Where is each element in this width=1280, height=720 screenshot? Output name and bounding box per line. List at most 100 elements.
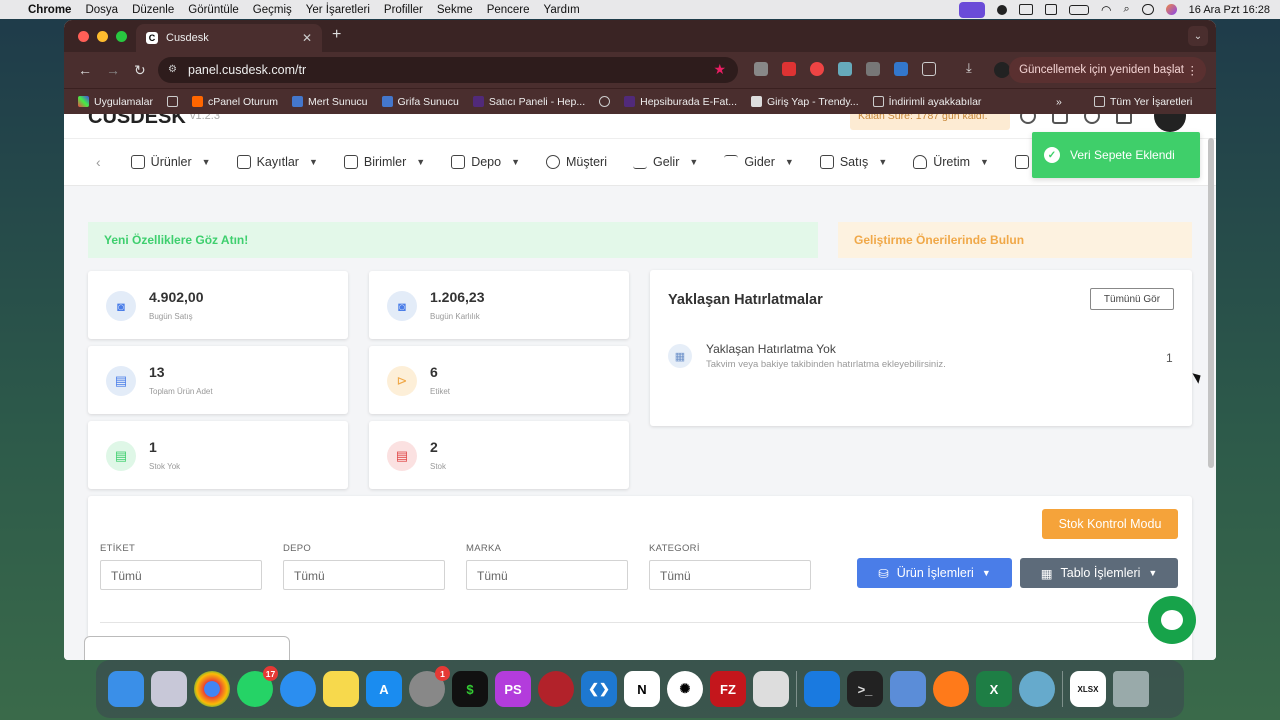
database-icon[interactable] (1084, 114, 1100, 124)
bookmarks-overflow-icon[interactable]: » (1056, 96, 1062, 108)
menubar-datetime[interactable]: 16 Ara Pzt 16:28 (1189, 4, 1270, 16)
nav-income[interactable]: Gelir ▼ (632, 155, 698, 169)
search-icon[interactable]: ⌕ (1123, 3, 1129, 16)
excel-icon[interactable]: X (976, 671, 1012, 707)
success-toast[interactable]: ✓ Veri Sepete Eklendi (1032, 132, 1200, 178)
bookmark-hepsiburada-efat[interactable]: Hepsiburada E-Fat... (624, 96, 737, 108)
see-all-button[interactable]: Tümünü Gör (1090, 288, 1174, 310)
menu-edit[interactable]: Düzenle (132, 4, 174, 16)
chatgpt-icon[interactable]: ✺ (667, 671, 703, 707)
product-search-input[interactable] (84, 636, 290, 660)
stat-card-today-profit[interactable]: ◙ 1.206,23 Bugün Karlılık (369, 271, 629, 339)
xcode-icon[interactable] (804, 671, 840, 707)
extensions-puzzle-icon[interactable] (922, 62, 936, 76)
menu-app-name[interactable]: Chrome (28, 4, 71, 16)
cusdesk-logo[interactable]: CUSDESK (88, 114, 186, 129)
bookmark-trendyol[interactable]: Giriş Yap - Trendy... (751, 96, 859, 108)
nav-units[interactable]: Birimler ▼ (343, 155, 425, 169)
bookmark-hepsiburada-seller[interactable]: Satıcı Paneli - Hep... (472, 96, 585, 108)
preview-icon[interactable] (1019, 671, 1055, 707)
tab-search-icon[interactable]: ⌄ (1188, 26, 1208, 46)
launchpad-icon[interactable] (151, 671, 187, 707)
nav-sales[interactable]: Satış ▼ (819, 155, 887, 169)
stat-card-total-products[interactable]: ▤ 13 Toplam Ürün Adet (88, 346, 348, 414)
profile-avatar[interactable] (994, 62, 1010, 78)
trash-icon[interactable] (1113, 671, 1149, 707)
notion-icon[interactable] (1045, 4, 1057, 15)
update-button[interactable]: Güncellemek için yeniden başlat ⋮ (1009, 57, 1206, 83)
nav-expense[interactable]: Gider ▼ (724, 155, 794, 169)
page-scrollbar[interactable] (1208, 138, 1214, 468)
control-center-icon[interactable] (1141, 4, 1154, 15)
bookmark-apps[interactable]: Uygulamalar (78, 96, 153, 108)
tag-select[interactable]: Tümü (100, 560, 262, 590)
filezilla-icon[interactable]: FZ (710, 671, 746, 707)
bookmark-globe[interactable] (599, 96, 611, 107)
avatar[interactable] (1154, 114, 1186, 132)
suggestions-banner[interactable]: Geliştirme Önerilerinde Bulun (838, 222, 1192, 258)
close-window-button[interactable] (78, 30, 89, 42)
site-info-icon[interactable]: ⚙ (168, 64, 180, 76)
screen-icon[interactable] (890, 671, 926, 707)
bookmark-item[interactable] (166, 96, 178, 107)
download-icon[interactable]: ⤓ (966, 60, 980, 75)
browser-tab[interactable]: C Cusdesk ✕ (136, 24, 322, 52)
stat-card-out-of-stock[interactable]: ▤ 1 Stok Yok (88, 421, 348, 489)
nav-scroll-left-icon[interactable]: ‹ (96, 154, 101, 170)
warehouse-select[interactable]: Tümü (283, 560, 445, 590)
notes-icon[interactable] (323, 671, 359, 707)
siri-icon[interactable] (1165, 4, 1177, 15)
nav-warehouse[interactable]: Depo ▼ (451, 155, 520, 169)
extension-icon[interactable] (866, 62, 880, 76)
bell-icon[interactable] (1116, 114, 1132, 124)
extension-icon[interactable] (754, 62, 768, 76)
extension-icon[interactable] (782, 62, 796, 76)
address-bar[interactable]: ⚙ panel.cusdesk.com/tr ★ (158, 57, 738, 83)
menu-history[interactable]: Geçmiş (253, 4, 292, 16)
reload-icon[interactable]: ↻ (134, 62, 148, 79)
bookmark-mert[interactable]: Mert Sunucu (291, 96, 368, 108)
nav-products[interactable]: Ürünler ▼ (130, 155, 211, 169)
stat-card-stock[interactable]: ▤ 2 Stok (369, 421, 629, 489)
minimize-window-button[interactable] (97, 30, 108, 42)
menu-view[interactable]: Görüntüle (188, 4, 239, 16)
refresh-icon[interactable] (1020, 114, 1036, 124)
store-icon[interactable] (1052, 114, 1068, 124)
bookmark-folder[interactable]: İndirimli ayakkabılar (872, 96, 981, 108)
menu-profiles[interactable]: Profiller (384, 4, 423, 16)
nav-customer[interactable]: Müşteri (546, 155, 607, 169)
terminal-icon[interactable]: $ (452, 671, 488, 707)
stat-card-tags[interactable]: ⊳ 6 Etiket (369, 346, 629, 414)
back-icon[interactable]: ← (78, 62, 92, 78)
vscode-icon[interactable]: ❮❯ (581, 671, 617, 707)
phpstorm-icon[interactable]: PS (495, 671, 531, 707)
forward-icon[interactable]: → (106, 62, 120, 78)
extension-icon[interactable] (894, 62, 908, 76)
wifi-icon[interactable]: ◠ (1101, 3, 1111, 17)
nav-production[interactable]: Üretim ▼ (913, 155, 989, 169)
menu-tab[interactable]: Sekme (437, 4, 473, 16)
record-icon[interactable] (997, 4, 1007, 15)
table-operations-button[interactable]: ▦ Tablo İşlemleri ▼ (1020, 558, 1178, 588)
screen-share-icon[interactable] (959, 1, 985, 18)
product-operations-button[interactable]: ⛁ Ürün İşlemleri ▼ (857, 558, 1012, 588)
extension-icon[interactable] (810, 62, 824, 76)
more-menu-icon[interactable]: ⋮ (1187, 63, 1199, 77)
safari-icon[interactable] (280, 671, 316, 707)
system-settings-icon[interactable]: 1 (409, 666, 450, 707)
live-chat-button[interactable] (1148, 596, 1196, 644)
stock-control-mode-button[interactable]: Stok Kontrol Modu (1042, 509, 1178, 539)
maximize-window-button[interactable] (116, 30, 127, 42)
stat-card-today-sales[interactable]: ◙ 4.902,00 Bugün Satış (88, 271, 348, 339)
database-app-icon[interactable] (538, 671, 574, 707)
bookmark-grifa[interactable]: Grifa Sunucu (381, 96, 459, 108)
battery-icon[interactable] (1069, 4, 1089, 15)
all-bookmarks[interactable]: Tüm Yer İşaretleri (1094, 96, 1192, 108)
nav-records[interactable]: Kayıtlar ▼ (236, 155, 318, 169)
bookmark-cpanel[interactable]: cPanel Oturum (191, 96, 278, 108)
bookmark-star-icon[interactable]: ★ (713, 61, 726, 78)
finder-icon[interactable] (108, 671, 144, 707)
phone-mirror-icon[interactable] (753, 671, 789, 707)
chrome-icon[interactable] (194, 671, 230, 707)
whatsapp-icon[interactable]: 17 (237, 666, 278, 707)
